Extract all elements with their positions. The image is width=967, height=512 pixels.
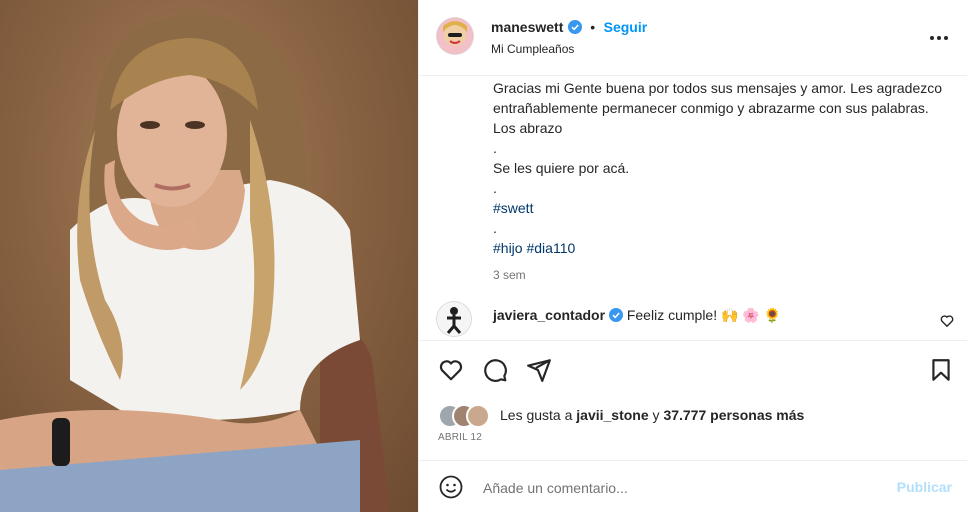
bookmark-icon [932,359,950,381]
emoji-smile-icon [439,475,463,499]
hashtag-link[interactable]: #swett [493,200,533,216]
caption-timestamp[interactable]: 3 sem [493,268,526,282]
paper-plane-icon [527,359,551,382]
comment-username[interactable]: javiera_contador [493,307,605,323]
caption-line: Se les quiere por acá. [493,160,630,176]
verified-badge-icon [608,308,623,322]
post-caption: Gracias mi Gente buena por todos sus men… [493,78,943,285]
publish-button[interactable]: Publicar [897,479,952,495]
add-comment-bar: Publicar [419,460,967,512]
liked-by-avatars[interactable] [438,404,494,428]
commenter-avatar[interactable] [437,302,471,336]
save-button[interactable] [928,357,954,383]
heart-icon [439,360,463,381]
post-details-panel: maneswett • Seguir Mi Cumpleaños Gracias… [418,0,967,512]
likes-count[interactable]: 37.777 personas más [663,407,804,423]
post-subtitle: Mi Cumpleaños [491,42,575,56]
heart-outline-icon [940,315,954,327]
verified-badge-icon [567,20,582,34]
caption-line: Gracias mi Gente buena por todos sus men… [493,80,943,136]
comment-body: javiera_contador Feeliz cumple! 🙌 🌸 🌻 [493,307,781,324]
more-options-button[interactable] [929,28,949,48]
emoji-button[interactable] [439,475,463,499]
author-username[interactable]: maneswett [491,19,563,35]
likes-summary: Les gusta a javii_stone y 37.777 persona… [500,407,804,423]
portrait-image [0,15,390,512]
post-actions: Les gusta a javii_stone y 37.777 persona… [419,340,967,458]
author-line: maneswett • Seguir [491,19,647,37]
author-avatar[interactable] [437,18,473,54]
post-date[interactable]: ABRIL 12 [438,432,482,443]
comment-bubble-icon [484,359,507,382]
liker-avatar [466,404,490,428]
hashtag-link[interactable]: #hijo [493,240,523,256]
more-horizontal-icon [930,36,948,40]
post-photo [0,0,418,512]
separator-dot: • [590,19,596,35]
hashtag-link[interactable]: #dia110 [526,240,575,256]
comment-text: Feeliz cumple! 🙌 🌸 🌻 [626,307,782,323]
comment-input[interactable] [481,476,875,500]
caption-line: . [493,180,497,196]
like-button[interactable] [438,357,464,383]
share-button[interactable] [526,357,552,383]
follow-button[interactable]: Seguir [604,19,648,35]
comment-like-button[interactable] [940,314,954,328]
avatar-image [437,302,471,336]
avatar-image [437,18,473,54]
likes-conj: y [652,407,660,423]
likes-prefix: Les gusta a [500,407,573,423]
liker-username[interactable]: javii_stone [576,407,648,423]
comment-row: javiera_contador Feeliz cumple! 🙌 🌸 🌻 [419,296,967,336]
post-header: maneswett • Seguir Mi Cumpleaños [419,0,967,76]
caption-line: . [493,140,497,156]
comment-button[interactable] [482,357,508,383]
caption-line: . [493,220,497,236]
